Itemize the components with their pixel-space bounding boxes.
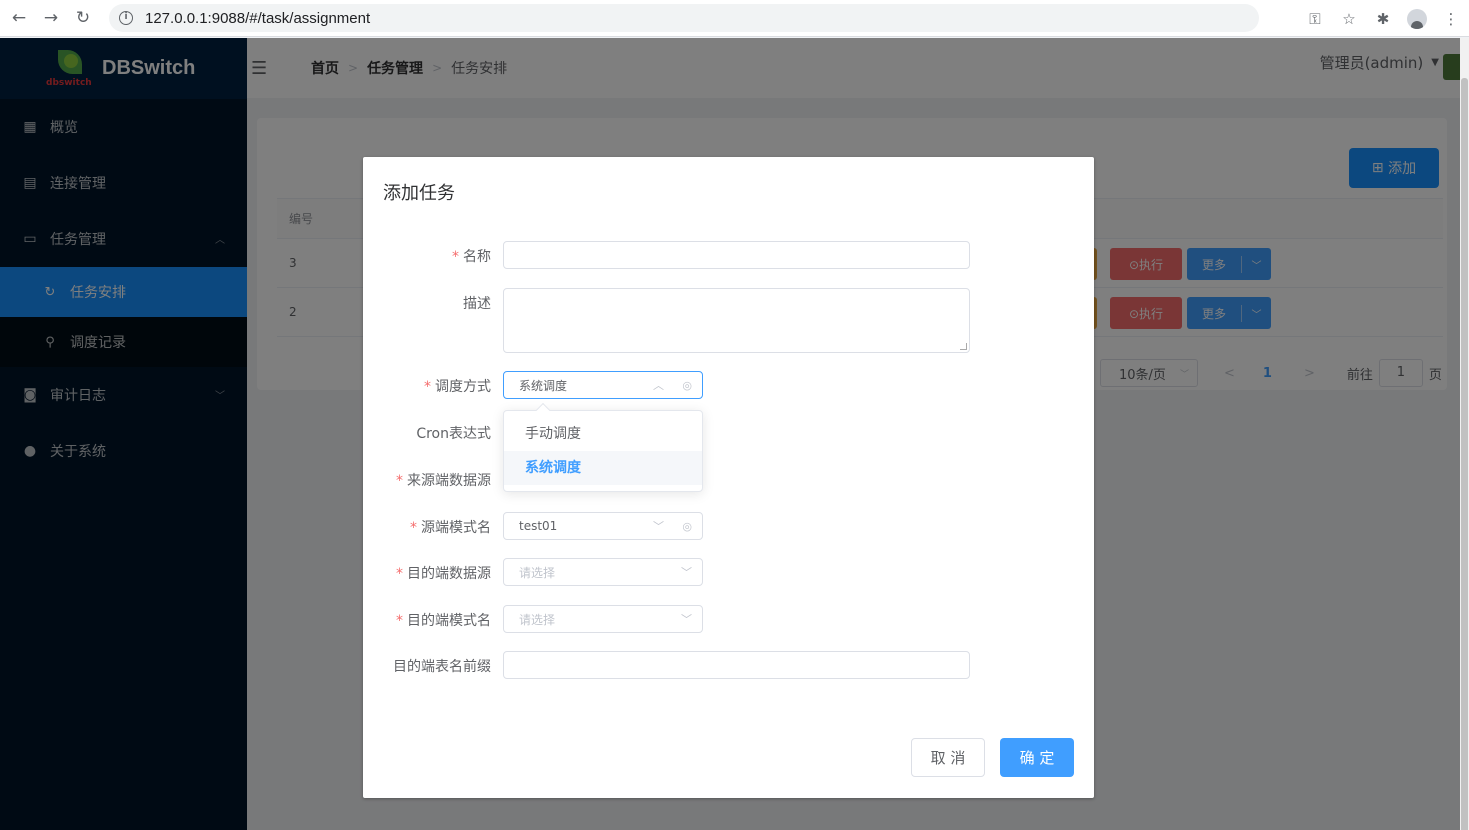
- chevron-down-icon: ﹀: [681, 613, 692, 626]
- address-bar[interactable]: i 127.0.0.1:9088/#/task/assignment: [109, 4, 1259, 32]
- dialog-title: 添加任务: [383, 183, 455, 204]
- name-label: * 名称: [452, 249, 491, 265]
- source-schema-select[interactable]: test01 ﹀ ◎: [503, 512, 703, 540]
- dropdown-option-manual[interactable]: 手动调度: [504, 417, 702, 451]
- kebab-menu-icon[interactable]: ⋮: [1441, 10, 1461, 28]
- prefix-label: 目的端表名前缀: [393, 659, 491, 675]
- add-task-dialog: 添加任务 * 名称 描述 * 调度方式 系统调度 ︿ ◎ Cron表达式 * 来源端数…: [363, 157, 1094, 798]
- back-icon[interactable]: ←: [3, 8, 35, 28]
- cron-label: Cron表达式: [416, 426, 491, 442]
- target-ds-select[interactable]: 请选择 ﹀: [503, 558, 703, 586]
- check-circle-icon: ◎: [682, 519, 692, 533]
- chevron-down-icon: ﹀: [653, 520, 664, 533]
- star-icon[interactable]: ☆: [1339, 10, 1359, 28]
- url-text: 127.0.0.1:9088/#/task/assignment: [145, 9, 371, 27]
- target-schema-select[interactable]: 请选择 ﹀: [503, 605, 703, 633]
- chevron-down-icon: ﹀: [681, 566, 692, 579]
- browser-toolbar: ← → ↻ i 127.0.0.1:9088/#/task/assignment…: [0, 0, 1469, 37]
- check-circle-icon: ◎: [682, 378, 692, 392]
- chevron-up-icon: ︿: [653, 379, 664, 392]
- cancel-button[interactable]: 取 消: [911, 738, 985, 777]
- scrollbar-thumb[interactable]: [1461, 78, 1468, 830]
- schedule-dropdown: 手动调度 系统调度: [503, 402, 703, 492]
- description-label: 描述: [463, 296, 491, 312]
- source-schema-label: * 源端模式名: [410, 520, 491, 536]
- key-icon[interactable]: ⚿: [1305, 10, 1325, 28]
- description-textarea[interactable]: [503, 288, 970, 353]
- forward-icon[interactable]: →: [35, 8, 67, 28]
- prefix-input[interactable]: [503, 651, 970, 679]
- extensions-icon[interactable]: ✱: [1373, 10, 1393, 28]
- name-input[interactable]: [503, 241, 970, 269]
- info-icon[interactable]: i: [119, 11, 133, 25]
- target-ds-label: * 目的端数据源: [396, 566, 491, 582]
- profile-icon[interactable]: [1407, 8, 1427, 29]
- source-ds-label: * 来源端数据源: [396, 473, 491, 489]
- schedule-label: * 调度方式: [424, 379, 491, 395]
- reload-icon[interactable]: ↻: [67, 8, 99, 28]
- resize-handle-icon[interactable]: [960, 343, 967, 350]
- confirm-button[interactable]: 确 定: [1000, 738, 1074, 777]
- scrollbar[interactable]: [1460, 38, 1469, 830]
- target-schema-label: * 目的端模式名: [396, 613, 491, 629]
- dropdown-option-system[interactable]: 系统调度: [504, 451, 702, 485]
- schedule-select[interactable]: 系统调度 ︿ ◎: [503, 371, 703, 399]
